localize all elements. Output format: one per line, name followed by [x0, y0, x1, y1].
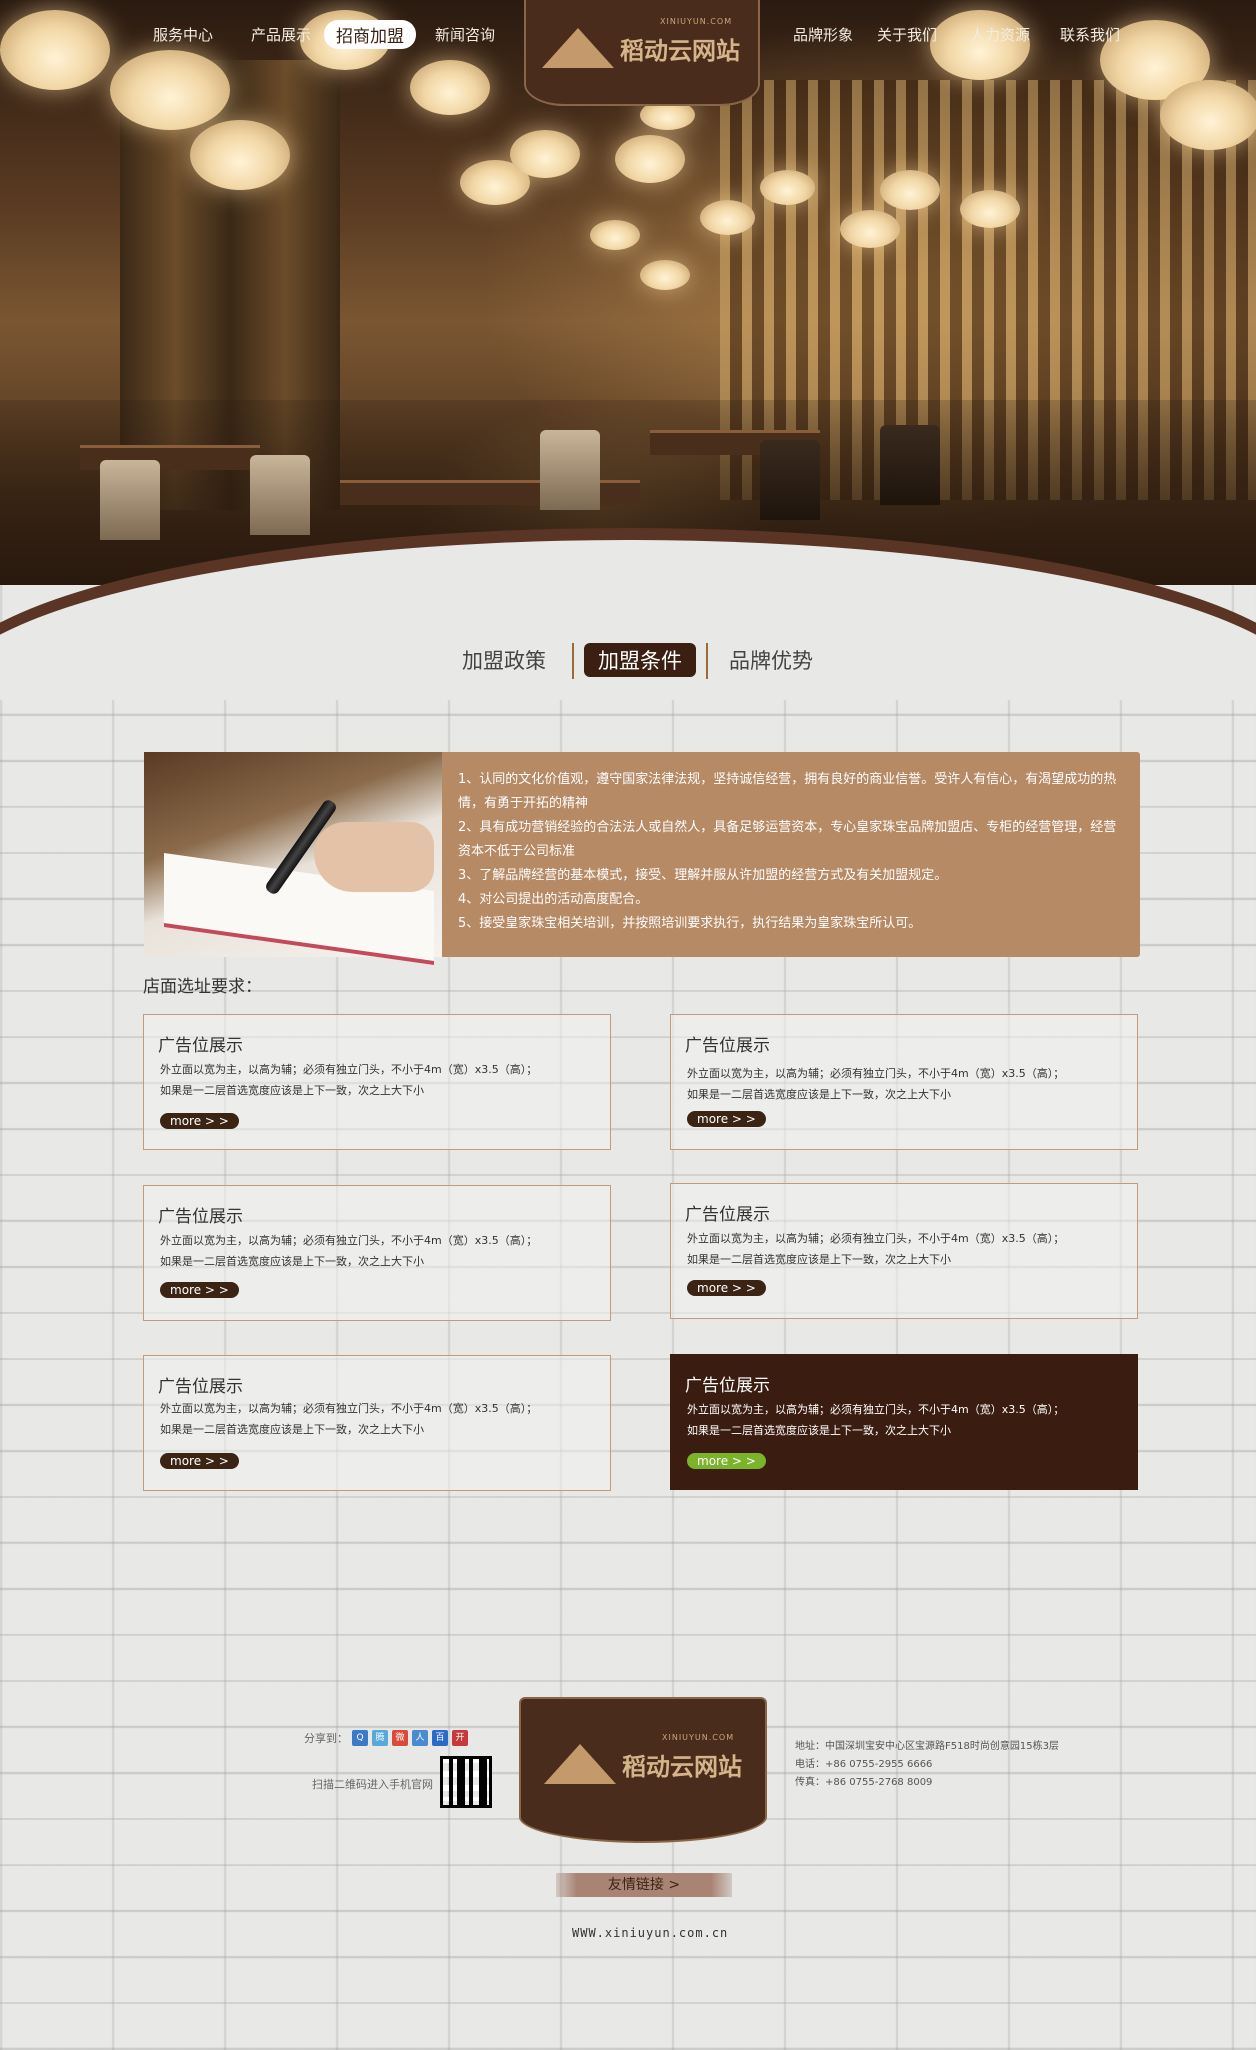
card-text: 如果是一二层首选宽度应该是上下一致，次之上大下小	[160, 1255, 424, 1268]
card-title: 广告位展示	[158, 1036, 243, 1056]
condition-item: 2、具有成功营销经验的合法法人或自然人，具备足够运营资本，专心皇家珠宝品牌加盟店…	[458, 820, 1117, 859]
chair	[100, 460, 160, 540]
nav-item-contact[interactable]: 联系我们	[1060, 24, 1120, 45]
section-title: 店面选址要求：	[143, 977, 262, 997]
logo-domain: XINIUYUN.COM	[660, 16, 733, 26]
nav-item-brand[interactable]: 品牌形象	[793, 24, 853, 45]
chair	[540, 430, 600, 510]
address: 地址：中国深圳宝安中心区宝源路F518时尚创意园15栋3层	[795, 1741, 1059, 1752]
chair	[880, 425, 940, 505]
condition-item: 4、对公司提出的活动高度配合。	[458, 892, 649, 907]
tab-divider	[572, 643, 574, 679]
card-text: 外立面以宽为主，以高为辅；必须有独立门头，不小于4m（宽）x3.5（高）；	[160, 1234, 538, 1247]
logo-mountain-icon	[544, 1744, 616, 1784]
ad-card: 广告位展示 外立面以宽为主，以高为辅；必须有独立门头，不小于4m（宽）x3.5（…	[670, 1014, 1138, 1150]
card-text: 外立面以宽为主，以高为辅；必须有独立门头，不小于4m（宽）x3.5（高）；	[687, 1232, 1065, 1245]
lantern	[615, 135, 685, 183]
logo-mountain-icon	[542, 28, 614, 68]
nav-item-products[interactable]: 产品展示	[251, 24, 311, 45]
lantern	[590, 220, 640, 250]
nav-item-franchise[interactable]: 招商加盟	[324, 20, 416, 49]
card-text: 如果是一二层首选宽度应该是上下一致，次之上大下小	[160, 1423, 424, 1436]
kaixin-icon[interactable]: 开	[452, 1730, 468, 1746]
chair	[250, 455, 310, 535]
qzone-icon[interactable]: Q	[352, 1730, 368, 1746]
tab-policy[interactable]: 加盟政策	[462, 645, 546, 675]
ad-card: 广告位展示 外立面以宽为主，以高为辅；必须有独立门头，不小于4m（宽）x3.5（…	[143, 1185, 611, 1321]
lantern	[190, 120, 290, 190]
more-button[interactable]: more > >	[160, 1282, 239, 1298]
card-text: 外立面以宽为主，以高为辅；必须有独立门头，不小于4m（宽）x3.5（高）；	[687, 1067, 1065, 1080]
nav-item-about[interactable]: 关于我们	[877, 24, 937, 45]
card-title: 广告位展示	[685, 1036, 770, 1056]
logo-domain: XINIUYUN.COM	[662, 1732, 735, 1742]
logo-text: 稻动云网站	[622, 1752, 742, 1781]
ad-card-highlighted: 广告位展示 外立面以宽为主，以高为辅；必须有独立门头，不小于4m（宽）x3.5（…	[670, 1354, 1138, 1490]
card-text: 如果是一二层首选宽度应该是上下一致，次之上大下小	[687, 1088, 951, 1101]
phone: 电话：+86 0755-2955 6666	[795, 1759, 933, 1770]
qr-caption: 扫描二维码进入手机官网	[312, 1778, 433, 1791]
more-button[interactable]: more > >	[160, 1453, 239, 1469]
lantern	[880, 170, 940, 210]
conditions-list: 1、认同的文化价值观，遵守国家法律法规，坚持诚信经营，拥有良好的商业信誉。受许人…	[458, 768, 1128, 936]
more-button[interactable]: more > >	[687, 1111, 766, 1127]
more-button[interactable]: more > >	[160, 1113, 239, 1129]
condition-item: 5、接受皇家珠宝相关培训，并按照培训要求执行，执行结果为皇家珠宝所认可。	[458, 916, 922, 931]
signing-photo	[144, 752, 442, 965]
friend-links-button[interactable]: 友情链接 >	[556, 1873, 732, 1897]
card-text: 外立面以宽为主，以高为辅；必须有独立门头，不小于4m（宽）x3.5（高）；	[160, 1402, 538, 1415]
lantern	[960, 190, 1020, 228]
tencent-weibo-icon[interactable]: 腾	[372, 1730, 388, 1746]
more-button[interactable]: more > >	[687, 1280, 766, 1296]
card-text: 外立面以宽为主，以高为辅；必须有独立门头，不小于4m（宽）x3.5（高）；	[160, 1063, 538, 1076]
logo-text: 稻动云网站	[620, 36, 740, 65]
lantern	[510, 130, 580, 178]
card-text: 如果是一二层首选宽度应该是上下一致，次之上大下小	[687, 1424, 951, 1437]
card-title: 广告位展示	[158, 1377, 243, 1397]
qr-code	[440, 1756, 492, 1808]
tab-conditions[interactable]: 加盟条件	[584, 643, 696, 677]
nav-item-news[interactable]: 新闻咨询	[435, 24, 495, 45]
card-text: 如果是一二层首选宽度应该是上下一致，次之上大下小	[160, 1084, 424, 1097]
card-text: 外立面以宽为主，以高为辅；必须有独立门头，不小于4m（宽）x3.5（高）；	[687, 1403, 1065, 1416]
lantern	[640, 260, 690, 290]
sina-weibo-icon[interactable]: 微	[392, 1730, 408, 1746]
more-button[interactable]: more > >	[687, 1453, 766, 1469]
site-url[interactable]: WWW.xiniuyun.com.cn	[572, 1926, 728, 1940]
ad-card: 广告位展示 外立面以宽为主，以高为辅；必须有独立门头，不小于4m（宽）x3.5（…	[143, 1014, 611, 1150]
card-title: 广告位展示	[685, 1376, 770, 1396]
nav-item-service[interactable]: 服务中心	[153, 24, 213, 45]
card-title: 广告位展示	[685, 1205, 770, 1225]
header-logo[interactable]: XINIUYUN.COM 稻动云网站	[524, 0, 760, 106]
franchise-tabs: 加盟政策 加盟条件 品牌优势	[0, 643, 1256, 681]
lantern	[110, 50, 230, 130]
card-title: 广告位展示	[158, 1207, 243, 1227]
lantern	[1160, 80, 1256, 150]
lantern	[840, 210, 900, 248]
renren-icon[interactable]: 人	[412, 1730, 428, 1746]
nav-item-hr[interactable]: 人力资源	[970, 24, 1030, 45]
lantern	[410, 60, 490, 115]
ad-card: 广告位展示 外立面以宽为主，以高为辅；必须有独立门头，不小于4m（宽）x3.5（…	[670, 1183, 1138, 1319]
tab-brand-advantage[interactable]: 品牌优势	[729, 645, 813, 675]
chair	[760, 440, 820, 520]
baidu-icon[interactable]: 百	[432, 1730, 448, 1746]
footer-logo[interactable]: XINIUYUN.COM 稻动云网站	[519, 1697, 767, 1843]
fax: 传真：+86 0755-2768 8009	[795, 1777, 933, 1788]
lantern	[760, 170, 815, 205]
condition-item: 3、了解品牌经营的基本模式，接受、理解并服从许加盟的经营方式及有关加盟规定。	[458, 868, 948, 883]
lantern	[700, 200, 755, 235]
card-text: 如果是一二层首选宽度应该是上下一致，次之上大下小	[687, 1253, 951, 1266]
hand	[314, 822, 434, 892]
ad-card: 广告位展示 外立面以宽为主，以高为辅；必须有独立门头，不小于4m（宽）x3.5（…	[143, 1355, 611, 1491]
condition-item: 1、认同的文化价值观，遵守国家法律法规，坚持诚信经营，拥有良好的商业信誉。受许人…	[458, 772, 1117, 811]
franchise-conditions-box: 1、认同的文化价值观，遵守国家法律法规，坚持诚信经营，拥有良好的商业信誉。受许人…	[144, 752, 1140, 965]
share-bar: 分享到： Q 腾 微 人 百 开	[304, 1730, 468, 1746]
share-label: 分享到：	[304, 1732, 348, 1745]
contact-info: 地址：中国深圳宝安中心区宝源路F518时尚创意园15栋3层 电话：+86 075…	[795, 1738, 1059, 1792]
tab-divider	[706, 643, 708, 679]
